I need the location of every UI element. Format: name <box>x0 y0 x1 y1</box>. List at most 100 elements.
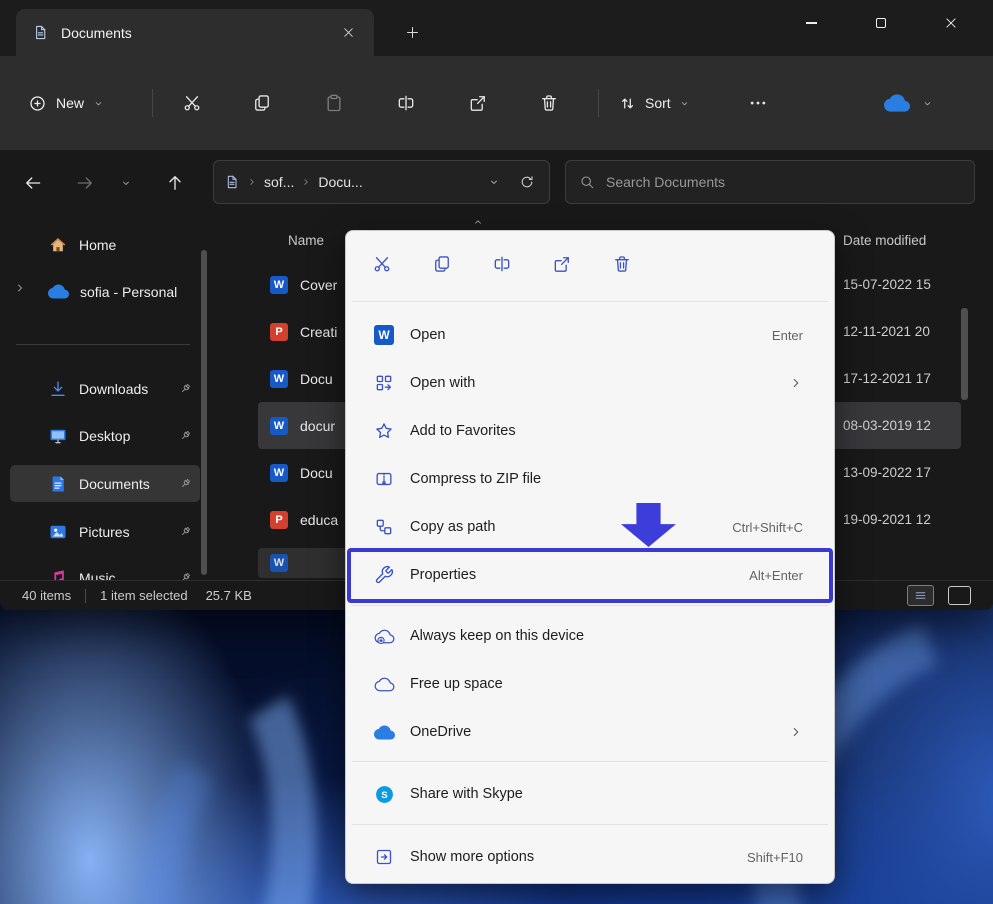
details-view-button[interactable] <box>907 585 934 606</box>
address-bar[interactable]: sof... Docu... <box>213 160 550 204</box>
menu-item-label: Open with <box>410 375 475 391</box>
address-dropdown-button[interactable] <box>480 176 508 188</box>
sidebar-item-documents[interactable]: Documents <box>10 465 200 502</box>
chevron-down-icon <box>922 98 933 109</box>
copy-button[interactable] <box>420 243 464 285</box>
rename-icon <box>492 254 512 274</box>
tab-documents[interactable]: Documents <box>16 9 374 56</box>
sidebar-item-music[interactable]: Music <box>10 559 200 580</box>
paste-icon <box>324 93 344 113</box>
menu-separator <box>352 761 828 762</box>
menu-item-label: Always keep on this device <box>410 628 584 644</box>
sort-button[interactable]: Sort <box>612 83 696 123</box>
menu-item-label: Open <box>410 327 445 343</box>
pin-icon <box>179 382 192 395</box>
menu-item-add-to-favorites[interactable]: Add to Favorites <box>351 407 829 455</box>
new-button[interactable]: New <box>18 83 114 123</box>
desktop-icon <box>48 426 68 446</box>
share-button[interactable] <box>458 83 498 123</box>
pin-icon <box>179 477 192 490</box>
menu-item-free-up-space[interactable]: Free up space <box>351 660 829 708</box>
refresh-button[interactable] <box>515 174 539 190</box>
chevron-right-icon <box>301 177 311 187</box>
search-input[interactable] <box>606 174 961 190</box>
star-icon <box>373 421 395 441</box>
sidebar-item-desktop[interactable]: Desktop <box>10 417 200 454</box>
file-list-scrollbar[interactable] <box>961 308 968 400</box>
rename-button[interactable] <box>386 83 426 123</box>
thumbnail-view-button[interactable] <box>948 586 971 605</box>
chevron-down-icon <box>679 98 690 109</box>
close-icon <box>944 16 958 30</box>
cut-button[interactable] <box>360 243 404 285</box>
menu-item-open-with[interactable]: Open with <box>351 359 829 407</box>
delete-button[interactable] <box>600 243 644 285</box>
copy-icon <box>432 254 452 274</box>
menu-item-shortcut: Shift+F10 <box>747 850 803 865</box>
cut-button[interactable] <box>172 83 212 123</box>
menu-item-copy-as-path[interactable]: Copy as path Ctrl+Shift+C <box>351 503 829 551</box>
sidebar-item-downloads[interactable]: Downloads <box>10 370 200 407</box>
breadcrumb-segment[interactable]: Docu... <box>318 174 362 190</box>
recent-locations-button[interactable] <box>112 164 140 202</box>
rename-button[interactable] <box>480 243 524 285</box>
tab-title: Documents <box>61 25 322 41</box>
navigation-bar: sof... Docu... <box>0 150 993 215</box>
copy-button[interactable] <box>242 83 282 123</box>
new-tab-button[interactable] <box>398 18 426 46</box>
breadcrumb-segment[interactable]: sof... <box>264 174 294 190</box>
menu-item-always-keep-on-device[interactable]: Always keep on this device <box>351 612 829 660</box>
word-file-icon: W <box>270 276 288 294</box>
file-date-modified: 12-11-2021 20 <box>843 324 971 339</box>
sidebar-scrollbar[interactable] <box>201 250 207 575</box>
sort-button-label: Sort <box>645 95 671 111</box>
paste-button[interactable] <box>314 83 354 123</box>
menu-item-label: Compress to ZIP file <box>410 471 541 487</box>
sidebar-item-onedrive-personal[interactable]: sofia - Personal <box>10 273 200 310</box>
column-header-name[interactable]: Name <box>288 233 324 248</box>
back-button[interactable] <box>14 164 52 202</box>
menu-item-open[interactable]: W Open Enter <box>351 311 829 359</box>
pin-icon <box>179 429 192 442</box>
up-button[interactable] <box>156 164 194 202</box>
onedrive-cloud-icon <box>884 90 910 116</box>
cut-icon <box>372 254 392 274</box>
menu-item-show-more-options[interactable]: Show more options Shift+F10 <box>351 833 829 881</box>
search-icon <box>579 174 595 190</box>
quick-actions-row <box>360 243 644 285</box>
column-header-date-modified[interactable]: Date modified <box>843 233 926 248</box>
tab-close-icon[interactable] <box>334 19 362 47</box>
menu-item-share-with-skype[interactable]: S Share with Skype <box>351 770 829 818</box>
menu-item-label: Show more options <box>410 849 534 865</box>
sidebar-item-label: Desktop <box>79 428 130 444</box>
menu-item-shortcut: Alt+Enter <box>749 568 803 583</box>
skype-icon: S <box>373 784 395 805</box>
copy-path-icon <box>373 517 395 537</box>
minimize-icon <box>806 22 817 23</box>
documents-icon <box>48 474 68 494</box>
menu-item-properties[interactable]: Properties Alt+Enter <box>351 551 829 599</box>
minimize-button[interactable] <box>788 2 834 44</box>
sidebar-item-pictures[interactable]: Pictures <box>10 513 200 550</box>
sort-ascending-icon <box>472 216 484 228</box>
menu-item-onedrive[interactable]: OneDrive <box>351 708 829 756</box>
open-with-icon <box>373 373 395 393</box>
close-button[interactable] <box>928 2 974 44</box>
command-bar: New Sort <box>0 56 993 150</box>
rename-icon <box>396 93 416 113</box>
onedrive-status-button[interactable] <box>878 83 939 123</box>
share-button[interactable] <box>540 243 584 285</box>
delete-button[interactable] <box>529 83 569 123</box>
see-more-button[interactable] <box>738 83 778 123</box>
zip-icon <box>373 469 395 489</box>
copy-icon <box>252 93 272 113</box>
desktop: Documents New <box>0 0 993 904</box>
maximize-button[interactable] <box>858 2 904 44</box>
forward-button[interactable] <box>66 164 104 202</box>
file-date-modified: 15-07-2022 15 <box>843 277 971 292</box>
pdf-file-icon: P <box>270 511 288 529</box>
sidebar-item-home[interactable]: Home <box>10 226 200 263</box>
downloads-icon <box>48 379 68 399</box>
menu-item-compress-to-zip[interactable]: Compress to ZIP file <box>351 455 829 503</box>
sidebar-item-label: Documents <box>79 476 150 492</box>
